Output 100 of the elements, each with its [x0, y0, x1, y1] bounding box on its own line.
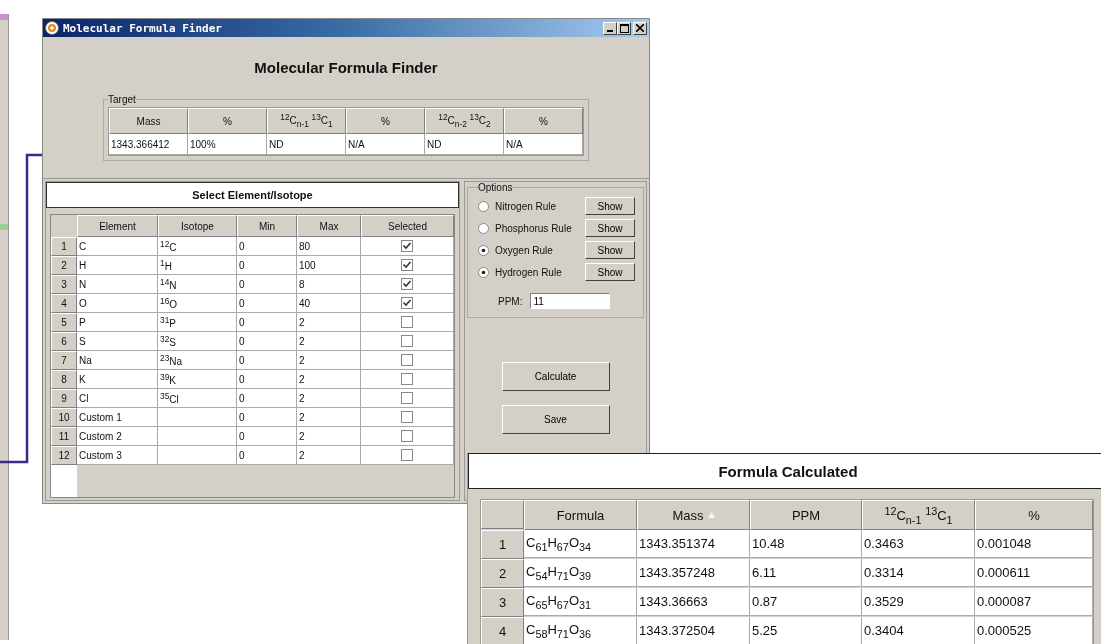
table-cell: 0	[237, 446, 297, 465]
panel-title: Formula Calculated	[468, 453, 1101, 489]
column-header: Max	[297, 215, 361, 237]
table-cell: 0	[237, 408, 297, 427]
column-header: Isotope	[158, 215, 237, 237]
close-icon	[636, 24, 644, 32]
table-cell: 1343.36663	[637, 588, 750, 616]
table-cell: 40	[297, 294, 361, 313]
table-cell: 2	[297, 389, 361, 408]
column-header[interactable]: Mass	[637, 500, 750, 530]
row-number: 10	[51, 408, 77, 427]
table-cell: O	[77, 294, 158, 313]
row-number: 4	[51, 294, 77, 313]
radio-button[interactable]	[478, 244, 489, 256]
row-number: 3	[481, 588, 524, 617]
checkbox[interactable]	[401, 392, 413, 404]
row-number: 5	[51, 313, 77, 332]
show-button[interactable]: Show	[585, 263, 635, 281]
table-cell: Na	[77, 351, 158, 370]
table-cell: $^{35}$Cl	[158, 389, 237, 408]
checkbox[interactable]	[401, 278, 413, 290]
row-number: 4	[481, 617, 524, 644]
table-cell: 0	[237, 294, 297, 313]
table-cell: 2	[297, 332, 361, 351]
table-cell: 100%	[188, 134, 267, 155]
checkbox[interactable]	[401, 411, 413, 423]
row-number: 3	[51, 275, 77, 294]
checkbox[interactable]	[401, 430, 413, 442]
table-cell: 2	[297, 427, 361, 446]
table-cell: C$_{54}$H$_{71}$O$_{39}$	[524, 559, 637, 587]
table-cell: 2	[297, 351, 361, 370]
table-cell: C$_{58}$H$_{71}$O$_{36}$	[524, 617, 637, 644]
table-cell: 0.3404	[862, 617, 975, 644]
table-cell: 0.000611	[975, 559, 1093, 587]
table-cell: $^{14}$N	[158, 275, 237, 294]
save-button[interactable]: Save	[501, 405, 610, 434]
column-header[interactable]: PPM	[750, 500, 862, 530]
ppm-field[interactable]: 11	[530, 293, 611, 309]
table-cell: 0.000087	[975, 588, 1093, 616]
table-cell: 1343.351374	[637, 530, 750, 558]
row-number: 1	[481, 530, 524, 559]
table-cell: 0	[237, 275, 297, 294]
column-header: $^{12}$C$_{n-2}$ $^{13}$C$_{2}$	[425, 108, 504, 134]
close-button[interactable]	[633, 21, 647, 35]
column-header[interactable]: Formula	[524, 500, 637, 530]
radio-button[interactable]	[478, 200, 489, 212]
window-title: Molecular Formula Finder	[63, 21, 222, 35]
show-button[interactable]: Show	[585, 197, 635, 215]
table-cell: 0	[237, 332, 297, 351]
column-header: Selected	[361, 215, 454, 237]
checkbox[interactable]	[401, 240, 413, 252]
table-cell: 1343.357248	[637, 559, 750, 587]
rule-label: Hydrogen Rule	[495, 266, 563, 278]
row-number: 8	[51, 370, 77, 389]
column-header[interactable]: $^{12}$C$_{n-1}$ $^{13}$C$_{1}$	[862, 500, 975, 530]
radio-button[interactable]	[478, 222, 489, 234]
table-cell: 6.11	[750, 559, 862, 587]
row-number: 9	[51, 389, 77, 408]
row-number: 6	[51, 332, 77, 351]
table-cell: 0.3314	[862, 559, 975, 587]
app-icon	[45, 21, 59, 35]
column-header: Min	[237, 215, 297, 237]
table-cell: 0.3529	[862, 588, 975, 616]
checkbox[interactable]	[401, 449, 413, 461]
checkbox[interactable]	[401, 316, 413, 328]
table-cell: 0	[237, 427, 297, 446]
table-cell: 1343.372504	[637, 617, 750, 644]
show-button[interactable]: Show	[585, 219, 635, 237]
table-cell: 0	[237, 389, 297, 408]
table-cell: 80	[297, 237, 361, 256]
table-cell: Custom 2	[77, 427, 158, 446]
table-cell: C$_{61}$H$_{67}$O$_{34}$	[524, 530, 637, 558]
checkbox[interactable]	[401, 335, 413, 347]
table-cell: ND	[267, 134, 346, 155]
column-header: Mass	[109, 108, 188, 134]
minimize-button[interactable]	[603, 21, 617, 35]
table-cell: 0.3463	[862, 530, 975, 558]
rule-label: Nitrogen Rule	[495, 200, 558, 212]
table-cell: 0	[237, 351, 297, 370]
table-cell: 0	[237, 237, 297, 256]
show-button[interactable]: Show	[585, 241, 635, 259]
table-cell: 10.48	[750, 530, 862, 558]
rule-label: Phosphorus Rule	[495, 222, 573, 234]
table-cell: 2	[297, 370, 361, 389]
table-cell: 5.25	[750, 617, 862, 644]
row-number: 2	[51, 256, 77, 275]
calculate-button[interactable]: Calculate	[501, 362, 610, 391]
table-cell: ND	[425, 134, 504, 155]
radio-button[interactable]	[478, 266, 489, 278]
checkbox[interactable]	[401, 259, 413, 271]
table-cell: 1343.366412	[109, 134, 188, 155]
table-cell: 0	[237, 256, 297, 275]
checkbox[interactable]	[401, 354, 413, 366]
table-cell: 8	[297, 275, 361, 294]
maximize-button[interactable]	[617, 21, 631, 35]
checkbox[interactable]	[401, 373, 413, 385]
column-header[interactable]: %	[975, 500, 1093, 530]
table-cell: 2	[297, 313, 361, 332]
row-number: 1	[51, 237, 77, 256]
checkbox[interactable]	[401, 297, 413, 309]
